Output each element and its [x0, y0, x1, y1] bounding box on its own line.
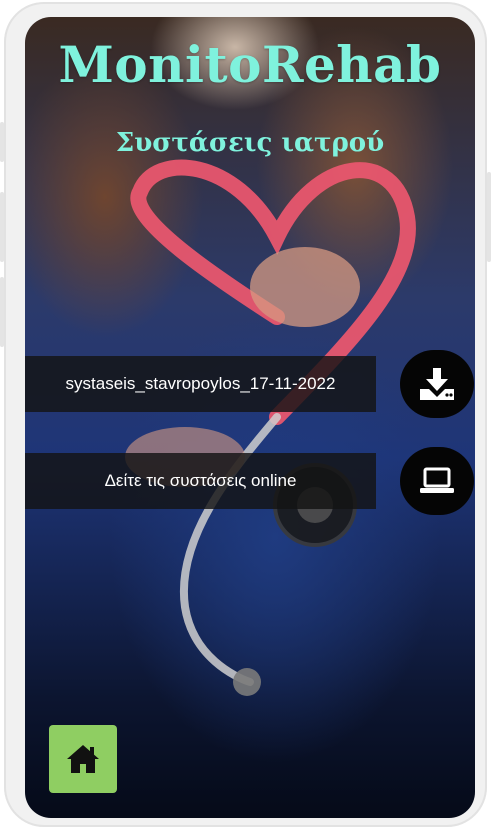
phone-side-button [487, 172, 491, 262]
view-online-link[interactable]: Δείτε τις συστάσεις online [25, 453, 376, 509]
home-icon [67, 745, 99, 773]
home-button[interactable] [49, 725, 117, 793]
laptop-icon [420, 467, 454, 493]
phone-frame: MonitoRehab Συστάσεις ιατρού systaseis_s… [0, 2, 491, 827]
page-subtitle: Συστάσεις ιατρού [115, 128, 385, 158]
download-file-name: systaseis_stavropoylos_17-11-2022 [65, 374, 336, 393]
download-icon [420, 368, 454, 400]
view-online-label: Δείτε τις συστάσεις online [104, 471, 297, 490]
app-screen: MonitoRehab Συστάσεις ιατρού systaseis_s… [25, 17, 475, 818]
view-online-button[interactable] [400, 447, 474, 515]
app-title: MonitoRehab [58, 35, 442, 94]
download-button[interactable] [400, 350, 474, 418]
phone-side-button [0, 192, 4, 262]
download-file-link[interactable]: systaseis_stavropoylos_17-11-2022 [25, 356, 376, 412]
phone-side-button [0, 277, 4, 347]
phone-side-button [0, 122, 4, 162]
